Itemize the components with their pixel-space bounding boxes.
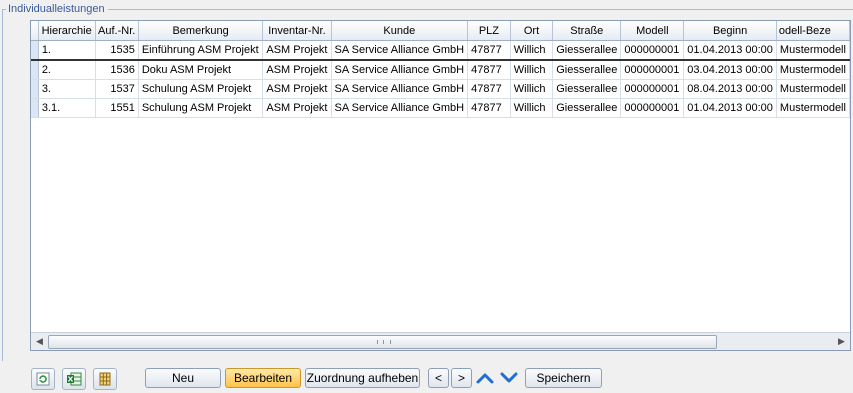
unassign-button[interactable]: Zuordnung aufheben [305,368,420,388]
refresh-button[interactable] [31,368,55,390]
table-cell[interactable]: Mustermodell [776,98,850,118]
chevron-up-icon [476,373,494,384]
row-selector[interactable] [31,40,39,61]
table-cell[interactable]: 47877 [467,98,511,118]
column-header[interactable]: Inventar-Nr. [262,21,332,41]
table-cell[interactable]: Giesserallee [552,98,622,118]
group-border-right [108,9,853,10]
table-cell[interactable]: 000000001 [620,79,685,99]
table-cell[interactable]: 000000001 [620,98,685,118]
column-chooser-icon [99,372,111,386]
table-cell[interactable]: ASM Projekt [262,79,332,99]
chevron-down-icon [500,372,518,383]
column-header[interactable]: PLZ [467,21,511,41]
table-cell[interactable]: 1551 [95,98,139,118]
grid-table: Hierarchie Auf.-Nr. Bemerkung Inventar-N… [31,21,850,118]
row-selector[interactable] [31,79,39,99]
horizontal-scrollbar[interactable]: ◀ ▶ [31,332,850,350]
table-cell[interactable]: 01.04.2013 00:00 [683,98,777,118]
table-row[interactable]: 3.1. 1551 Schulung ASM Projekt ASM Proje… [31,98,850,118]
table-cell[interactable]: 3.1. [38,98,96,118]
table-cell[interactable]: ASM Projekt [262,40,332,61]
grid-header-row: Hierarchie Auf.-Nr. Bemerkung Inventar-N… [31,21,850,41]
scrollbar-thumb[interactable] [48,335,717,349]
table-cell[interactable]: 47877 [467,79,511,99]
column-header[interactable]: Straße [552,21,622,41]
column-header[interactable]: Beginn [683,21,777,41]
column-header[interactable]: Kunde [331,21,469,41]
row-selector[interactable] [31,98,39,118]
table-cell[interactable]: Giesserallee [552,59,622,80]
column-header[interactable]: Hierarchie [38,21,96,41]
move-down-button[interactable] [498,368,520,388]
table-cell[interactable]: Giesserallee [552,40,622,61]
table-cell[interactable]: Willich [510,40,554,61]
group-title: Individualleistungen [6,3,107,15]
excel-export-button[interactable] [62,368,86,390]
table-cell[interactable]: ASM Projekt [262,98,332,118]
table-cell[interactable]: 03.04.2013 00:00 [683,59,777,80]
table-row[interactable]: 3. 1537 Schulung ASM Projekt ASM Projekt… [31,79,850,99]
table-cell[interactable]: Mustermodell [776,79,850,99]
column-header[interactable]: Bemerkung [138,21,264,41]
table-cell[interactable]: SA Service Alliance GmbH [331,98,469,118]
table-cell[interactable]: 47877 [467,59,511,80]
row-selector[interactable] [31,59,39,80]
table-cell[interactable]: Willich [510,98,554,118]
scrollbar-grip-icon [377,340,391,344]
table-cell[interactable]: Schulung ASM Projekt [138,79,264,99]
table-cell[interactable]: 1537 [95,79,139,99]
table-cell[interactable]: 1. [38,40,96,61]
table-cell[interactable]: SA Service Alliance GmbH [331,59,469,80]
column-chooser-button[interactable] [93,368,117,390]
table-cell[interactable]: Willich [510,79,554,99]
table-cell[interactable]: 1535 [95,40,139,61]
excel-export-icon [67,372,82,386]
refresh-icon [36,372,50,386]
scroll-left-icon[interactable]: ◀ [31,333,48,350]
table-cell[interactable]: Willich [510,59,554,80]
table-cell[interactable]: 08.04.2013 00:00 [683,79,777,99]
table-cell[interactable]: 01.04.2013 00:00 [683,40,777,61]
table-cell[interactable]: Doku ASM Projekt [138,59,264,80]
table-cell[interactable]: ASM Projekt [262,59,332,80]
move-up-button[interactable] [474,368,496,388]
scroll-right-icon[interactable]: ▶ [833,333,850,350]
next-button[interactable]: > [451,368,472,388]
table-cell[interactable]: 2. [38,59,96,80]
new-button[interactable]: Neu [145,368,221,388]
edit-button[interactable]: Bearbeiten [225,368,301,388]
table-cell[interactable]: SA Service Alliance GmbH [331,40,469,61]
table-cell[interactable]: Mustermodell [776,40,850,61]
column-header[interactable]: Ort [510,21,554,41]
table-cell[interactable]: 1536 [95,59,139,80]
column-header[interactable]: Modell [620,21,685,41]
column-header[interactable]: Auf.-Nr. [95,21,139,41]
table-cell[interactable]: 47877 [467,40,511,61]
save-button[interactable]: Speichern [525,368,602,388]
table-cell[interactable]: 000000001 [620,59,685,80]
table-cell[interactable]: Mustermodell [776,59,850,80]
table-cell[interactable]: Einführung ASM Projekt [138,40,264,61]
data-grid[interactable]: Hierarchie Auf.-Nr. Bemerkung Inventar-N… [30,20,851,351]
row-selector-header [31,21,39,41]
table-row[interactable]: 1. 1535 Einführung ASM Projekt ASM Proje… [31,40,850,61]
table-row[interactable]: 2. 1536 Doku ASM Projekt ASM Projekt SA … [31,59,850,80]
column-header[interactable]: odell-Beze [776,21,850,41]
table-cell[interactable]: Giesserallee [552,79,622,99]
group-border-vertical [2,9,3,361]
previous-button[interactable]: < [428,368,449,388]
table-cell[interactable]: SA Service Alliance GmbH [331,79,469,99]
table-cell[interactable]: Schulung ASM Projekt [138,98,264,118]
table-cell[interactable]: 000000001 [620,40,685,61]
table-cell[interactable]: 3. [38,79,96,99]
